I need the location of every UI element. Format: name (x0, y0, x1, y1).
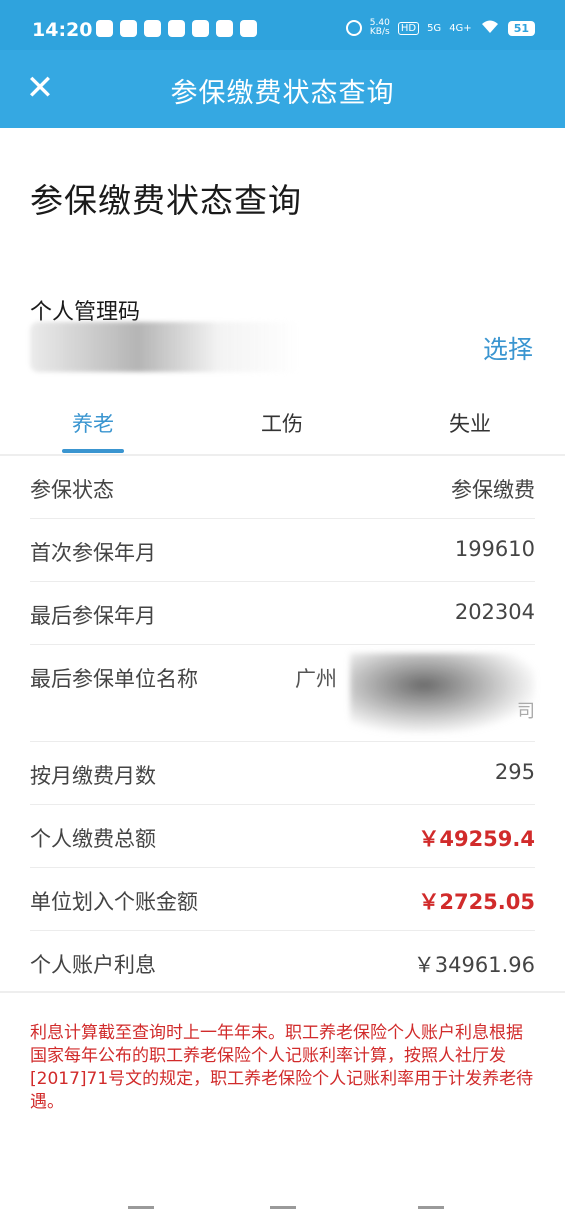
message-app-icon (240, 20, 257, 37)
status-right: 5.40 KB/s HD 5G 4G+ 51 (345, 18, 535, 38)
tab-work-injury[interactable]: 工伤 (261, 408, 303, 438)
row-label: 个人缴费总额 (30, 827, 156, 851)
row-months-paid: 按月缴费月数 295 (30, 742, 535, 805)
net-speed: 5.40 KB/s (370, 19, 390, 37)
row-value: 295 (494, 760, 535, 784)
row-value: ￥49259.4 (418, 827, 535, 851)
row-label: 按月缴费月数 (30, 764, 156, 788)
row-first-month: 首次参保年月 199610 (30, 519, 535, 582)
row-label: 参保状态 (30, 478, 114, 502)
interest-note: 利息计算截至查询时上一年年末。职工养老保险个人账户利息根据国家每年公布的职工养老… (30, 1023, 534, 1112)
status-time: 14:20 (32, 19, 93, 41)
row-label: 单位划入个账金额 (30, 890, 198, 914)
row-value: ￥34961.96 (413, 953, 535, 977)
tab-pension[interactable]: 养老 (72, 408, 114, 438)
row-value: ￥2725.05 (418, 890, 535, 914)
choose-button[interactable]: 选择 (483, 330, 533, 366)
app-bar-title: 参保缴费状态查询 (170, 78, 395, 109)
system-nav-bar (0, 1199, 565, 1215)
row-account-interest: 个人账户利息 ￥34961.96 (30, 931, 535, 993)
tab-unemployment[interactable]: 失业 (449, 408, 491, 438)
row-last-company: 最后参保单位名称 广州 司 (30, 645, 535, 742)
company-name-redacted (350, 653, 535, 733)
app-bar: ✕ 参保缴费状态查询 (0, 50, 565, 128)
row-personal-total: 个人缴费总额 ￥49259.4 (30, 805, 535, 868)
alarm-icon (345, 20, 362, 36)
notification-icons (96, 20, 257, 37)
wifi-icon (480, 18, 500, 38)
company-name-tail: 司 (517, 701, 535, 722)
map-app-icon (216, 20, 233, 37)
home-nav-icon[interactable] (270, 1206, 296, 1215)
menu-nav-icon[interactable] (128, 1206, 154, 1215)
page-title: 参保缴费状态查询 (30, 181, 302, 220)
tab-indicator (62, 449, 124, 453)
signal-5g-icon: 5G (427, 22, 442, 34)
section-divider (0, 991, 565, 993)
row-value: 202304 (454, 600, 535, 624)
row-last-month: 最后参保年月 202304 (30, 582, 535, 645)
net-speed-unit: KB/s (369, 27, 390, 37)
compass-app-icon (120, 20, 137, 37)
battery-icon: 51 (507, 20, 535, 36)
row-value: 参保缴费 (451, 478, 535, 502)
row-label: 最后参保单位名称 (30, 667, 198, 691)
info-list: 参保状态 参保缴费 首次参保年月 199610 最后参保年月 202304 最后… (0, 456, 565, 993)
row-value: 199610 (454, 537, 535, 561)
row-label: 最后参保年月 (30, 604, 156, 628)
company-name-prefix: 广州 (295, 667, 337, 691)
row-insurance-status: 参保状态 参保缴费 (30, 456, 535, 519)
status-bar: 14:20 5.40 KB/s HD 5G 4G+ 51 (0, 0, 565, 50)
row-label: 首次参保年月 (30, 541, 156, 565)
insurance-tabs: 养老 工伤 失业 (0, 398, 565, 456)
personal-code-redacted (30, 322, 300, 372)
row-unit-transfer: 单位划入个账金额 ￥2725.05 (30, 868, 535, 931)
back-nav-icon[interactable] (418, 1206, 444, 1215)
news-app-icon (96, 20, 113, 37)
hd-badge: HD (397, 21, 420, 35)
signal-4g-icon: 4G+ (449, 22, 472, 34)
row-label: 个人账户利息 (30, 953, 156, 977)
health-app-icon (168, 20, 185, 37)
tiktok-app-icon (144, 20, 161, 37)
shopping-app-icon (192, 20, 209, 37)
